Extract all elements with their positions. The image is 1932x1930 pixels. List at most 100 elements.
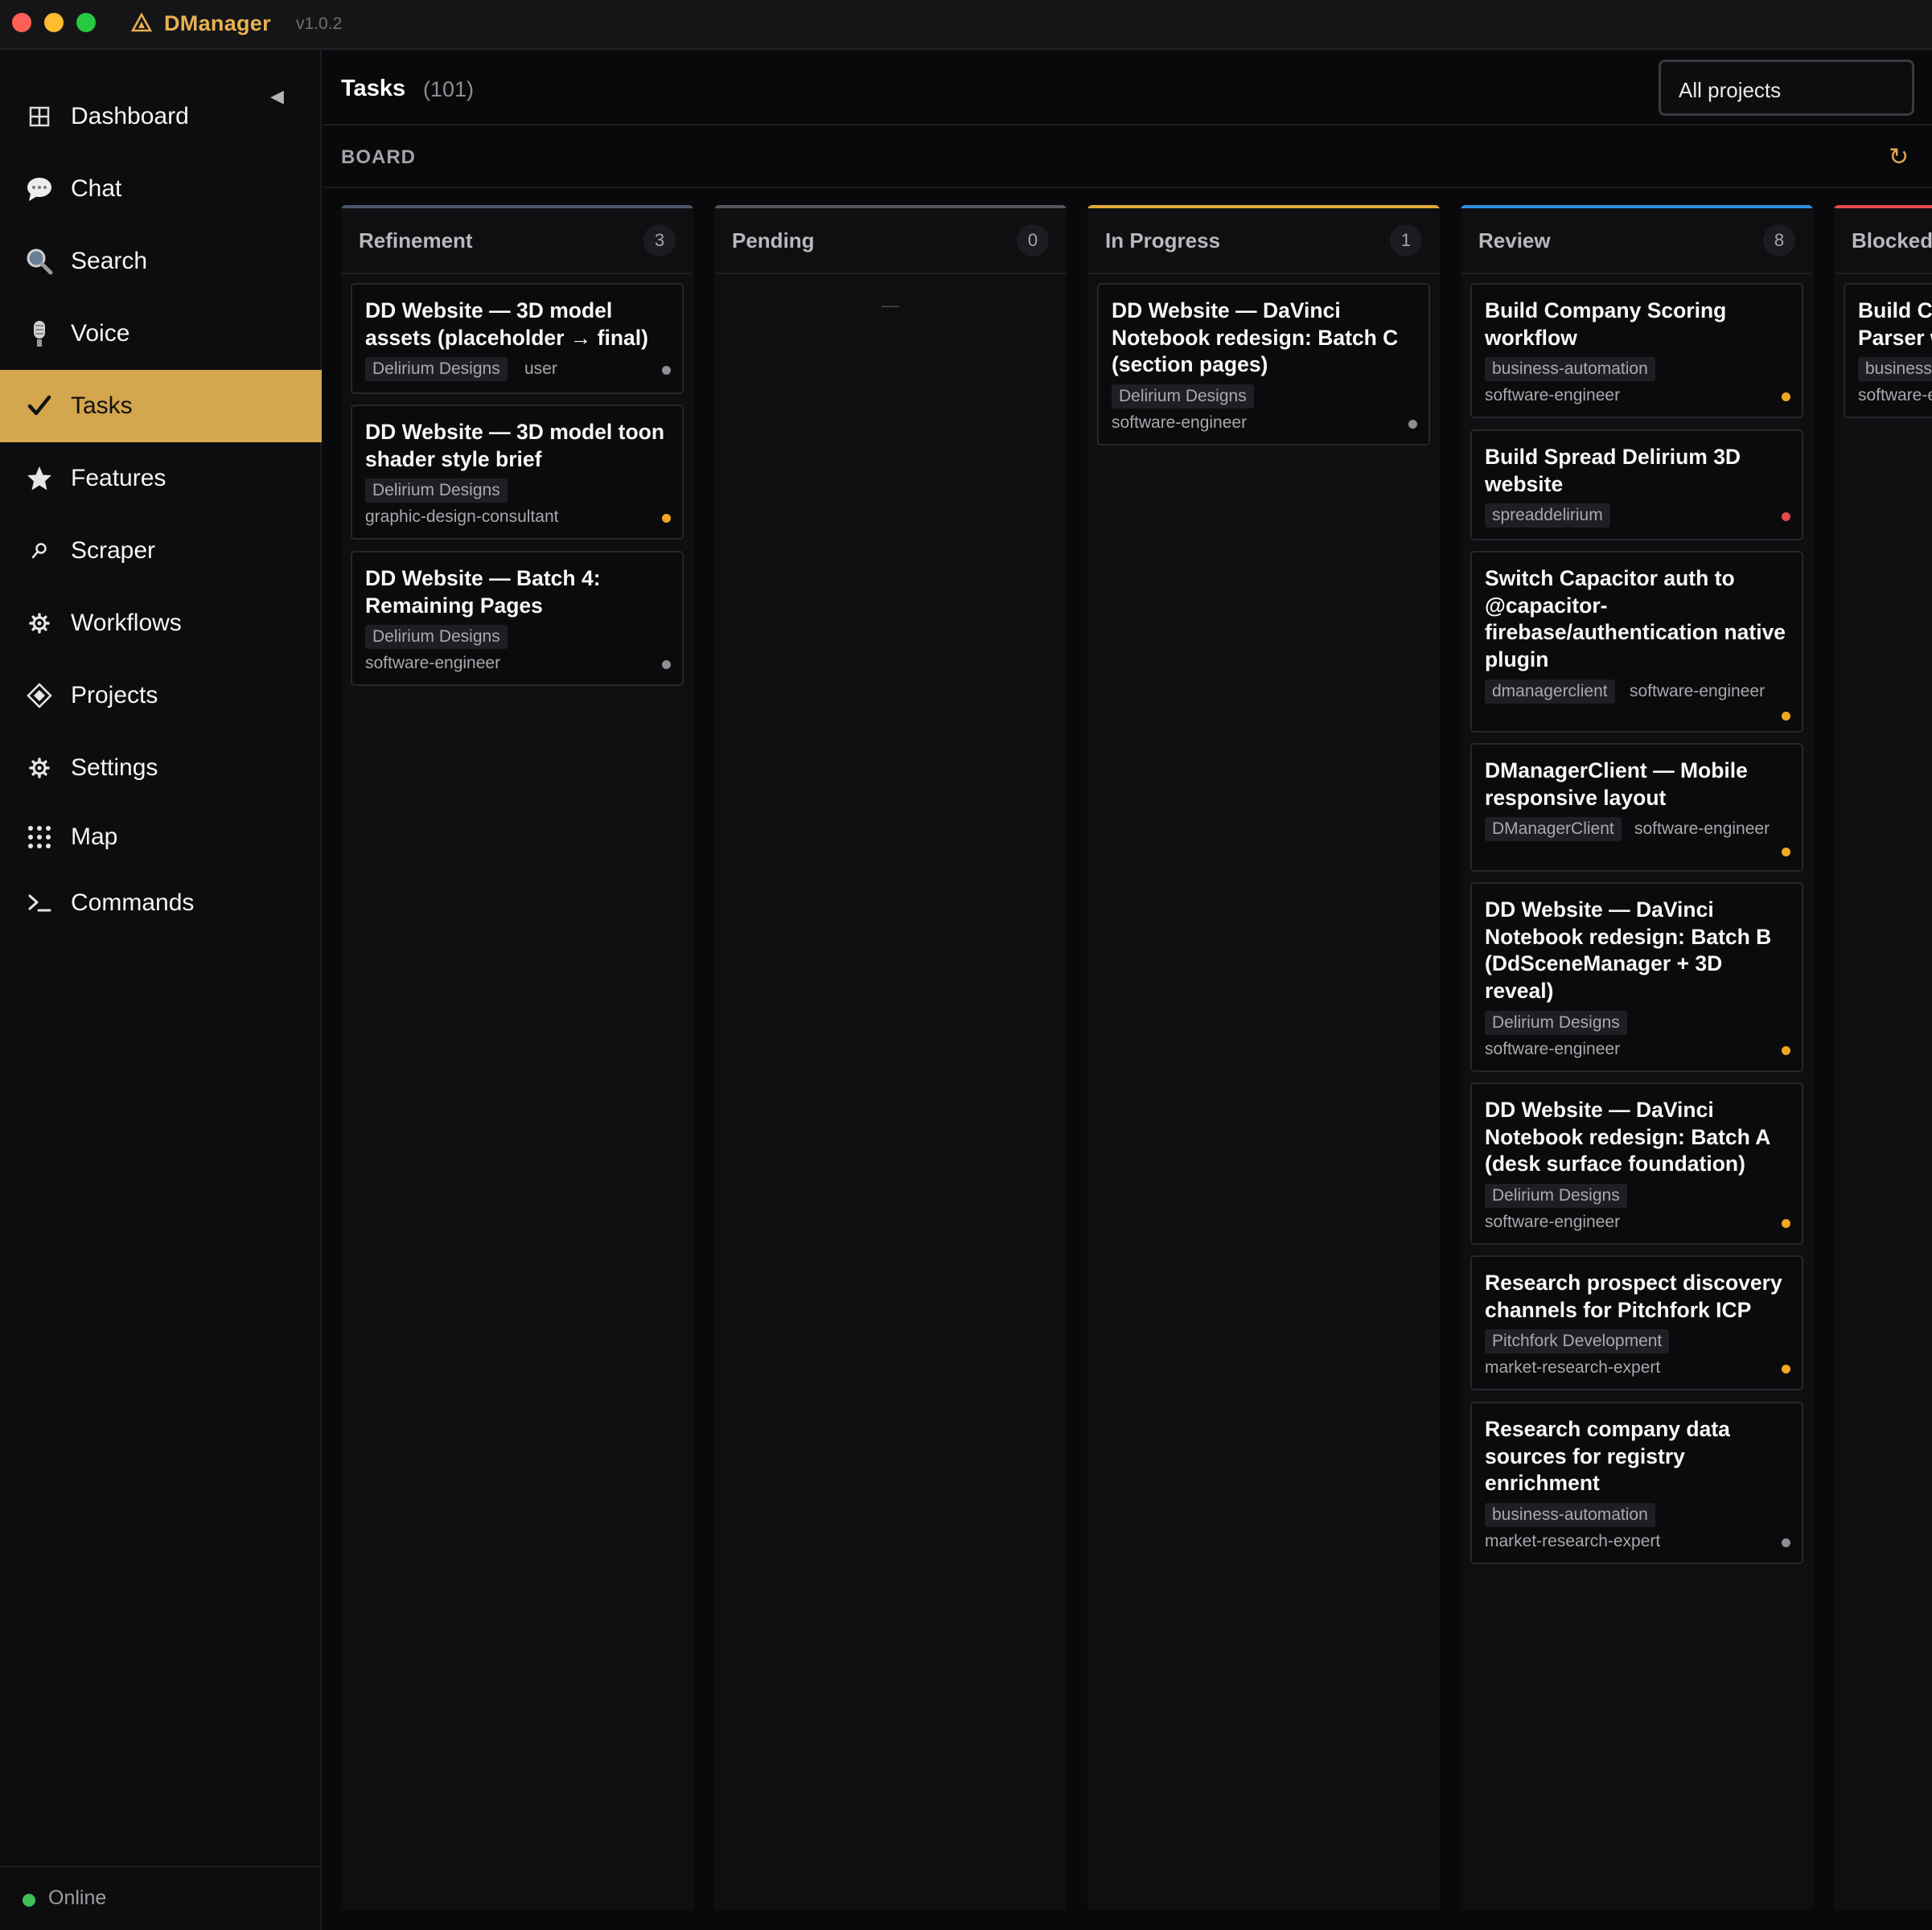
sidebar-item-label: Search <box>71 248 148 274</box>
project-filter-select[interactable]: All projects <box>1659 60 1914 116</box>
app-name: DManager <box>164 11 271 35</box>
task-card[interactable]: DD Website — DaVinci Notebook redesign: … <box>1470 882 1803 1072</box>
sidebar-item-label: Settings <box>71 754 158 781</box>
task-card[interactable]: DD Website — 3D model assets (placeholde… <box>351 283 684 394</box>
sidebar-item-label: Chat <box>71 175 122 202</box>
sidebar-item-projects[interactable]: Projects <box>0 659 322 732</box>
sidebar-item-scraper[interactable]: Scraper <box>0 515 322 587</box>
priority-dot <box>662 514 671 523</box>
board-label: BOARD <box>341 146 416 168</box>
sidebar-item-label: Map <box>71 823 118 850</box>
column-header: Pending 0 <box>714 208 1067 274</box>
priority-dot <box>1782 848 1790 856</box>
sidebar-item-label: Workflows <box>71 610 182 636</box>
task-title: DD Website — Batch 4: Remaining Pages <box>365 566 601 618</box>
agent-label: market-research-expert <box>1485 1532 1661 1550</box>
sidebar-item-features[interactable]: Features <box>0 442 322 515</box>
priority-dot <box>662 366 671 375</box>
sidebar-item-search[interactable]: Search <box>0 225 322 298</box>
task-card[interactable]: Switch Capacitor auth to @capacitor-fire… <box>1470 551 1803 733</box>
sidebar-item-voice[interactable]: Voice <box>0 298 322 370</box>
agent-label: software-engineer <box>1485 386 1621 404</box>
agent-label: user <box>524 359 557 378</box>
column-title: Refinement <box>359 228 473 253</box>
task-count: (101) <box>423 77 475 101</box>
project-tag: business-automation <box>1485 1503 1655 1527</box>
page-header: Tasks (101) All projects <box>323 50 1932 125</box>
task-card[interactable]: Research prospect discovery channels for… <box>1470 1255 1803 1390</box>
key-icon <box>24 536 55 566</box>
project-tag: Delirium Designs <box>1485 1184 1627 1208</box>
task-card[interactable]: DD Website — DaVinci Notebook redesign: … <box>1097 283 1430 446</box>
project-tag: Delirium Designs <box>365 478 508 503</box>
task-card[interactable]: DD Website — DaVinci Notebook redesign: … <box>1470 1082 1803 1245</box>
priority-dot <box>1782 1365 1790 1374</box>
task-title: DD Website — 3D model toon shader style … <box>365 420 665 471</box>
sidebar-item-map[interactable]: Map <box>0 801 322 873</box>
task-title: Research company data sources for regist… <box>1485 1417 1730 1495</box>
column-header: Refinement 3 <box>341 208 693 274</box>
column-header: In Progress 1 <box>1087 208 1440 274</box>
task-card[interactable]: DManagerClient — Mobile responsive layou… <box>1470 743 1803 872</box>
diamond-icon <box>24 680 55 711</box>
sidebar-item-commands[interactable]: Commands <box>0 867 322 939</box>
agent-label: software-engineer <box>1112 413 1248 432</box>
task-card[interactable]: Build Spread Delirium 3D website spreadd… <box>1470 429 1803 540</box>
agent-label: software-engineer <box>1485 1213 1621 1231</box>
sidebar-item-label: Tasks <box>71 392 133 419</box>
priority-dot <box>1782 1046 1790 1055</box>
task-card[interactable]: DD Website — 3D model toon shader style … <box>351 404 684 540</box>
refresh-icon[interactable]: ↻ <box>1889 143 1909 171</box>
task-card[interactable]: Research company data sources for regist… <box>1470 1402 1803 1564</box>
column-in-progress: In Progress 1 DD Website — DaVinci Noteb… <box>1087 205 1440 1910</box>
column-header: Blocked <box>1834 208 1932 274</box>
sidebar-item-workflows[interactable]: Workflows <box>0 587 322 659</box>
column-count-badge: 3 <box>643 224 676 257</box>
project-tag: DManagerClient <box>1485 817 1622 841</box>
gear-icon <box>24 608 55 639</box>
priority-dot <box>1408 420 1417 429</box>
dot-grid-icon <box>24 822 55 852</box>
agent-label: market-research-expert <box>1485 1358 1661 1377</box>
close-window-button[interactable] <box>12 13 31 32</box>
task-title: DD Website — DaVinci Notebook redesign: … <box>1485 1098 1770 1176</box>
magnifier-icon <box>24 246 55 277</box>
agent-label: software-engineer <box>1485 1040 1621 1058</box>
sidebar-item-tasks[interactable]: Tasks <box>0 370 322 442</box>
task-title: Research prospect discovery channels for… <box>1485 1271 1782 1322</box>
task-card[interactable]: Build Company Scoring Parser workflow bu… <box>1844 283 1932 418</box>
task-card[interactable]: Build Company Scoring workflow business-… <box>1470 283 1803 418</box>
task-card[interactable]: DD Website — Batch 4: Remaining Pages De… <box>351 551 684 686</box>
sidebar-item-settings[interactable]: Settings <box>0 732 322 804</box>
chat-bubble-icon <box>24 174 55 204</box>
agent-label: software-engineer <box>365 654 501 672</box>
column-title: Blocked <box>1852 228 1932 253</box>
project-tag: business-automation <box>1485 357 1655 381</box>
maximize-window-button[interactable] <box>76 13 96 32</box>
sidebar-item-label: Projects <box>71 682 158 708</box>
minimize-window-button[interactable] <box>44 13 64 32</box>
priority-dot <box>662 660 671 669</box>
gear-icon <box>24 753 55 783</box>
column-title: In Progress <box>1105 228 1221 253</box>
column-title: Pending <box>732 228 815 253</box>
agent-label: software-engineer <box>1634 819 1770 838</box>
sidebar-item-label: Commands <box>71 889 195 916</box>
sidebar-item-chat[interactable]: Chat <box>0 153 322 225</box>
project-tag: Delirium Designs <box>365 357 508 381</box>
sidebar-item-dashboard[interactable]: Dashboard <box>0 80 322 153</box>
column-count-badge: 1 <box>1390 224 1422 257</box>
app-logo-icon <box>131 12 152 32</box>
sidebar: ◀ Dashboard Chat Search Voice Tasks Feat… <box>0 50 322 1930</box>
column-refinement: Refinement 3 DD Website — 3D model asset… <box>341 205 693 1910</box>
task-title: Switch Capacitor auth to @capacitor-fire… <box>1485 566 1786 671</box>
project-tag: spreaddelirium <box>1485 503 1610 528</box>
column-review: Review 8 Build Company Scoring workflow … <box>1461 205 1813 1910</box>
checkmark-icon <box>24 391 55 421</box>
sidebar-item-label: Scraper <box>71 537 156 564</box>
agent-label: software-engineer <box>1858 386 1932 404</box>
task-title: DD Website — DaVinci Notebook redesign: … <box>1485 897 1772 1003</box>
task-title: DD Website — DaVinci Notebook redesign: … <box>1112 298 1399 376</box>
app-version: v1.0.2 <box>296 14 343 33</box>
task-title: Build Company Scoring workflow <box>1485 298 1727 350</box>
